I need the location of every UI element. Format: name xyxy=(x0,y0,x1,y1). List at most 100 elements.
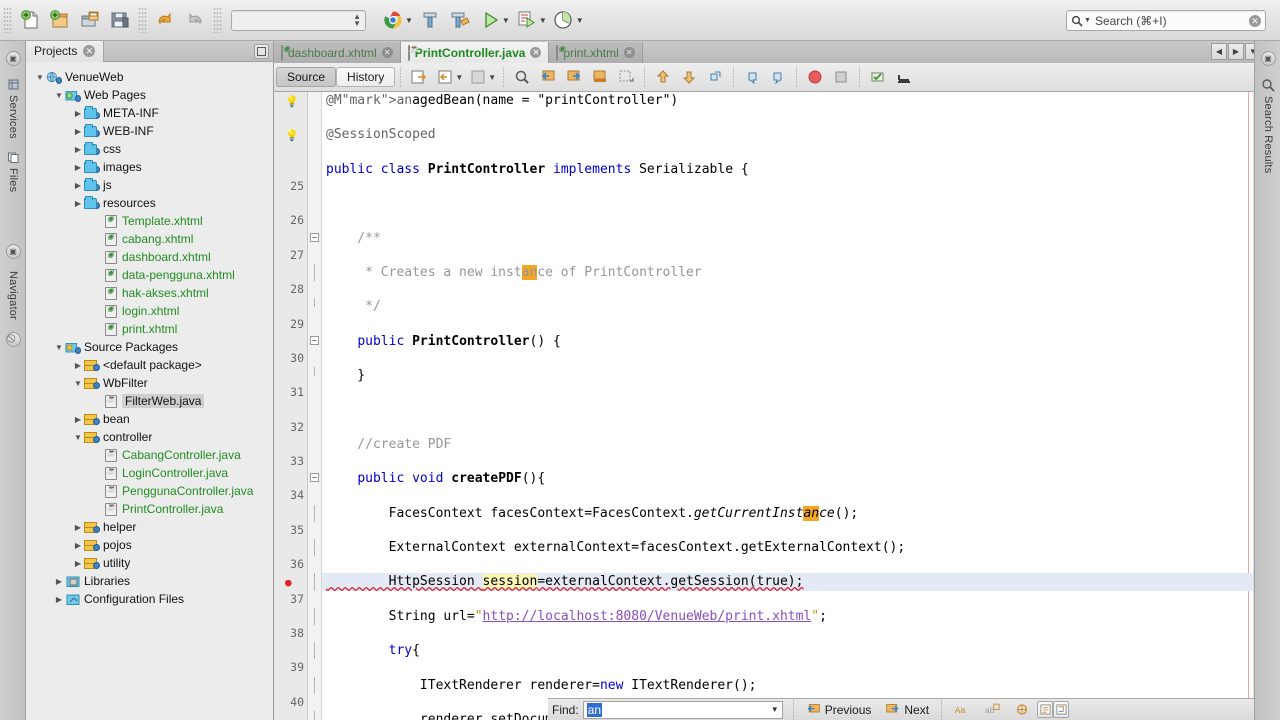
toolbar-grip-2[interactable] xyxy=(138,7,147,33)
whole-words-icon[interactable]: ab xyxy=(977,700,1007,720)
build-project-icon[interactable] xyxy=(415,5,445,35)
tree-node[interactable]: ▶ pojos xyxy=(26,536,273,554)
hint-bulb-icon[interactable]: 💡 xyxy=(285,127,299,144)
sidebar-tab-navigator[interactable]: Navigator xyxy=(0,265,26,326)
toolbar-grip-3[interactable] xyxy=(213,7,222,33)
editor-tab[interactable]: dashboard.xhtml ✕ xyxy=(274,42,401,63)
source-code-text[interactable]: 💡 @M"mark">anagedBean(name = "printContro… xyxy=(274,92,1280,720)
tree-node[interactable]: ▶ resources xyxy=(26,194,273,212)
stop-icon[interactable] xyxy=(828,65,854,89)
inspect-hierarchy-icon[interactable] xyxy=(891,65,917,89)
toggle-bookmark-icon[interactable] xyxy=(587,65,613,89)
tab-history[interactable]: History xyxy=(336,67,396,87)
search-clear-icon[interactable]: ✕ xyxy=(1249,14,1261,27)
tree-node[interactable]: ▼ VenueWeb xyxy=(26,68,273,86)
code-editor[interactable]: 💡 @M"mark">anagedBean(name = "printContro… xyxy=(274,92,1280,720)
inspect-members-icon[interactable] xyxy=(865,65,891,89)
scroll-tabs-right-icon[interactable]: ▶ xyxy=(1228,43,1244,60)
projects-tab-close-icon[interactable]: ✕ xyxy=(83,45,96,57)
previous-bookmark-icon[interactable] xyxy=(535,65,561,89)
tree-node[interactable]: ▶ helper xyxy=(26,518,273,536)
tree-twisty[interactable]: ▶ xyxy=(72,541,84,550)
tree-twisty[interactable]: ▶ xyxy=(72,559,84,568)
forward-dropdown-arrow[interactable]: ▼ xyxy=(488,73,496,82)
save-all-icon[interactable] xyxy=(105,5,135,35)
tree-twisty[interactable]: ▶ xyxy=(72,145,84,154)
tree-node[interactable]: PenggunaController.java xyxy=(26,482,273,500)
find-next-button[interactable]: Next xyxy=(878,700,936,720)
tree-twisty[interactable]: ▼ xyxy=(72,379,84,388)
sidebar-tab-files[interactable]: Files xyxy=(0,145,26,198)
tree-node[interactable]: ▶ bean xyxy=(26,410,273,428)
tree-twisty[interactable]: ▶ xyxy=(53,577,65,586)
search-dropdown-arrow[interactable]: ▼ xyxy=(1084,17,1091,24)
undo-icon[interactable] xyxy=(150,5,180,35)
back-dropdown-arrow[interactable]: ▼ xyxy=(455,73,463,82)
tree-node[interactable]: PrintController.java xyxy=(26,500,273,518)
fold-toggle[interactable]: − xyxy=(310,335,319,345)
open-project-icon[interactable] xyxy=(75,5,105,35)
next-error-icon[interactable] xyxy=(676,65,702,89)
find-history-dropdown-arrow[interactable]: ▼ xyxy=(771,705,779,714)
tree-node[interactable]: ▶ css xyxy=(26,140,273,158)
tree-node[interactable]: hak-akses.xhtml xyxy=(26,284,273,302)
find-selection-icon[interactable] xyxy=(509,65,535,89)
global-search-box[interactable]: ▼ Search (⌘+I) ✕ xyxy=(1066,10,1266,31)
projects-maximize-button[interactable] xyxy=(254,44,269,59)
tree-twisty[interactable]: ▼ xyxy=(53,91,65,100)
tree-twisty[interactable]: ▼ xyxy=(34,73,46,82)
tree-node[interactable]: CabangController.java xyxy=(26,446,273,464)
navigator-icon-holder[interactable]: ⃠ xyxy=(0,326,26,353)
tree-node[interactable]: ▶ Configuration Files xyxy=(26,590,273,608)
tree-node[interactable]: data-pengguna.xhtml xyxy=(26,266,273,284)
toggle-breakpoint-icon[interactable] xyxy=(802,65,828,89)
tree-twisty[interactable]: ▶ xyxy=(72,523,84,532)
tab-source[interactable]: Source xyxy=(276,67,337,87)
tree-node[interactable]: ▶ META-INF xyxy=(26,104,273,122)
tree-twisty[interactable]: ▶ xyxy=(72,127,84,136)
tree-node[interactable]: ▶ js xyxy=(26,176,273,194)
tree-twisty[interactable]: ▶ xyxy=(72,199,84,208)
sidebar-tab-services-label[interactable]: Services xyxy=(0,72,26,145)
tree-node[interactable]: Template.xhtml xyxy=(26,212,273,230)
tree-node[interactable]: ▼ controller xyxy=(26,428,273,446)
redo-icon[interactable] xyxy=(180,5,210,35)
error-badge-icon[interactable]: ● xyxy=(285,574,292,591)
scroll-tabs-left-icon[interactable]: ◀ xyxy=(1211,43,1227,60)
tree-twisty[interactable]: ▼ xyxy=(53,343,65,352)
run-project-icon[interactable] xyxy=(475,5,505,35)
new-file-icon[interactable] xyxy=(15,5,45,35)
wrap-around-icon[interactable] xyxy=(1053,701,1070,718)
tree-node[interactable]: ▼ Web Pages xyxy=(26,86,273,104)
uncomment-icon[interactable] xyxy=(765,65,791,89)
editor-tab-close-icon[interactable]: ✕ xyxy=(530,47,542,58)
tree-twisty[interactable]: ▶ xyxy=(72,415,84,424)
tree-node[interactable]: ▶ images xyxy=(26,158,273,176)
tree-node[interactable]: ▶ Libraries xyxy=(26,572,273,590)
tree-node[interactable]: cabang.xhtml xyxy=(26,230,273,248)
tree-twisty[interactable]: ▶ xyxy=(72,361,84,370)
highlight-results-icon[interactable] xyxy=(1037,701,1054,718)
tree-twisty[interactable]: ▶ xyxy=(72,109,84,118)
fold-toggle[interactable]: − xyxy=(310,232,319,242)
tree-node[interactable]: dashboard.xhtml xyxy=(26,248,273,266)
shift-line-left-icon[interactable] xyxy=(650,65,676,89)
find-input[interactable]: an ▼ xyxy=(582,700,783,719)
new-project-icon[interactable] xyxy=(45,5,75,35)
profile-project-icon[interactable] xyxy=(549,5,579,35)
tab-projects[interactable]: Projects ✕ xyxy=(26,40,105,62)
tree-node[interactable]: ▶ utility xyxy=(26,554,273,572)
next-bookmark-icon[interactable] xyxy=(561,65,587,89)
shift-line-right-icon[interactable] xyxy=(613,65,639,89)
project-config-combo[interactable]: ▲ ▼ xyxy=(231,9,366,31)
match-case-icon[interactable]: Aa xyxy=(947,700,977,720)
tree-node[interactable]: FilterWeb.java xyxy=(26,392,273,410)
window-group-2[interactable]: ▣ xyxy=(0,238,26,265)
tree-node[interactable]: LoginController.java xyxy=(26,464,273,482)
tree-twisty[interactable]: ▶ xyxy=(72,163,84,172)
right-window-group[interactable]: ▣ xyxy=(1255,45,1280,72)
editor-tab-close-icon[interactable]: ✕ xyxy=(623,47,635,58)
tree-node[interactable]: ▼ Source Packages xyxy=(26,338,273,356)
fold-toggle[interactable]: − xyxy=(310,473,319,483)
browser-chrome-icon[interactable] xyxy=(378,5,408,35)
